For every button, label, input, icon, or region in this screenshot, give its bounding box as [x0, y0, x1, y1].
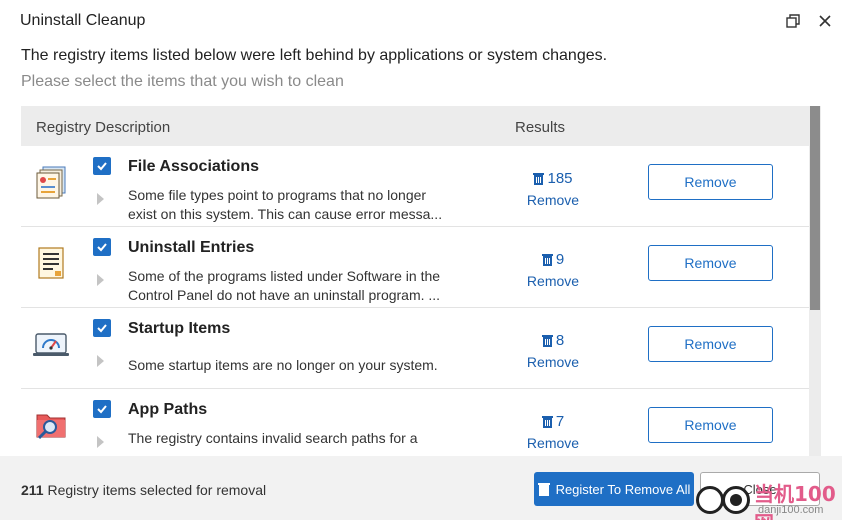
registry-list: Registry Description Results File Associ…: [21, 106, 821, 456]
result-cell: 7 Remove: [511, 413, 595, 451]
trash-icon: [537, 483, 550, 496]
result-count: 8: [541, 332, 565, 349]
result-cell: 9 Remove: [511, 251, 595, 289]
checkmark-icon: [97, 324, 107, 333]
file-associations-icon: [33, 164, 69, 200]
row-description: The registry contains invalid search pat…: [128, 430, 418, 446]
remove-link[interactable]: Remove: [511, 354, 595, 370]
result-count-value: 7: [555, 413, 565, 430]
list-header: Registry Description Results: [21, 106, 809, 146]
row-description: Some startup items are no longer on your…: [128, 357, 438, 373]
watermark-url: danji100.com: [758, 504, 824, 516]
trash-icon: [541, 335, 553, 347]
row-description: Some file types point to programs that n…: [128, 187, 443, 222]
watermark-dot: [730, 494, 742, 506]
row-title: Startup Items: [128, 320, 231, 337]
row-title: File Associations: [128, 158, 259, 175]
expand-arrow-icon[interactable]: [97, 193, 104, 205]
remove-link[interactable]: Remove: [511, 273, 595, 289]
row-checkbox[interactable]: [93, 400, 111, 418]
result-cell: 185 Remove: [511, 170, 595, 208]
list-item: Startup Items Some startup items are no …: [21, 308, 809, 389]
row-title: App Paths: [128, 401, 208, 418]
remove-button[interactable]: Remove: [648, 326, 773, 362]
row-checkbox[interactable]: [93, 319, 111, 337]
startup-items-icon: [33, 326, 69, 362]
watermark-logo: 当机100网 danji100.com: [696, 476, 842, 520]
trash-icon: [533, 173, 545, 185]
remove-all-label: Register To Remove All: [555, 481, 691, 497]
result-count-value: 9: [555, 251, 565, 268]
list-rows: File Associations Some file types point …: [21, 146, 809, 456]
restore-window-button[interactable]: [782, 10, 804, 32]
selection-status-text: Registry items selected for removal: [47, 482, 267, 498]
expand-arrow-icon[interactable]: [97, 355, 104, 367]
remove-link[interactable]: Remove: [511, 192, 595, 208]
selected-count: 211: [21, 482, 44, 498]
scrollbar-thumb[interactable]: [810, 106, 820, 310]
instruction-text: Please select the items that you wish to…: [21, 73, 344, 90]
result-count-value: 185: [547, 170, 573, 187]
remove-button[interactable]: Remove: [648, 407, 773, 443]
trash-icon: [541, 254, 553, 266]
remove-all-button[interactable]: Register To Remove All: [534, 472, 694, 506]
expand-arrow-icon[interactable]: [97, 436, 104, 448]
list-item: File Associations Some file types point …: [21, 146, 809, 227]
intro-text: The registry items listed below were lef…: [21, 47, 608, 64]
remove-button[interactable]: Remove: [648, 164, 773, 200]
expand-arrow-icon[interactable]: [97, 274, 104, 286]
restore-icon: [786, 14, 800, 28]
row-title: Uninstall Entries: [128, 239, 255, 256]
app-paths-icon: [33, 407, 69, 443]
result-count: 185: [533, 170, 573, 187]
row-checkbox[interactable]: [93, 157, 111, 175]
list-item: Uninstall Entries Some of the programs l…: [21, 227, 809, 308]
window-title: Uninstall Cleanup: [20, 12, 146, 29]
remove-button[interactable]: Remove: [648, 245, 773, 281]
checkmark-icon: [97, 162, 107, 171]
checkmark-icon: [97, 243, 107, 252]
column-header-results: Results: [515, 119, 566, 136]
result-cell: 8 Remove: [511, 332, 595, 370]
remove-link[interactable]: Remove: [511, 435, 595, 451]
checkmark-icon: [97, 405, 107, 414]
watermark-plus-icon: [696, 486, 724, 514]
selection-status: 211 Registry items selected for removal: [21, 482, 266, 498]
result-count: 7: [541, 413, 565, 430]
list-item: App Paths The registry contains invalid …: [21, 389, 809, 456]
result-count: 9: [541, 251, 565, 268]
close-window-button[interactable]: [814, 10, 836, 32]
column-header-description: Registry Description: [36, 119, 171, 136]
row-checkbox[interactable]: [93, 238, 111, 256]
uninstall-entries-icon: [33, 245, 69, 281]
row-description: Some of the programs listed under Softwa…: [128, 268, 441, 303]
title-bar: Uninstall Cleanup: [0, 0, 842, 42]
result-count-value: 8: [555, 332, 565, 349]
trash-icon: [541, 416, 553, 428]
close-icon: [819, 15, 831, 27]
